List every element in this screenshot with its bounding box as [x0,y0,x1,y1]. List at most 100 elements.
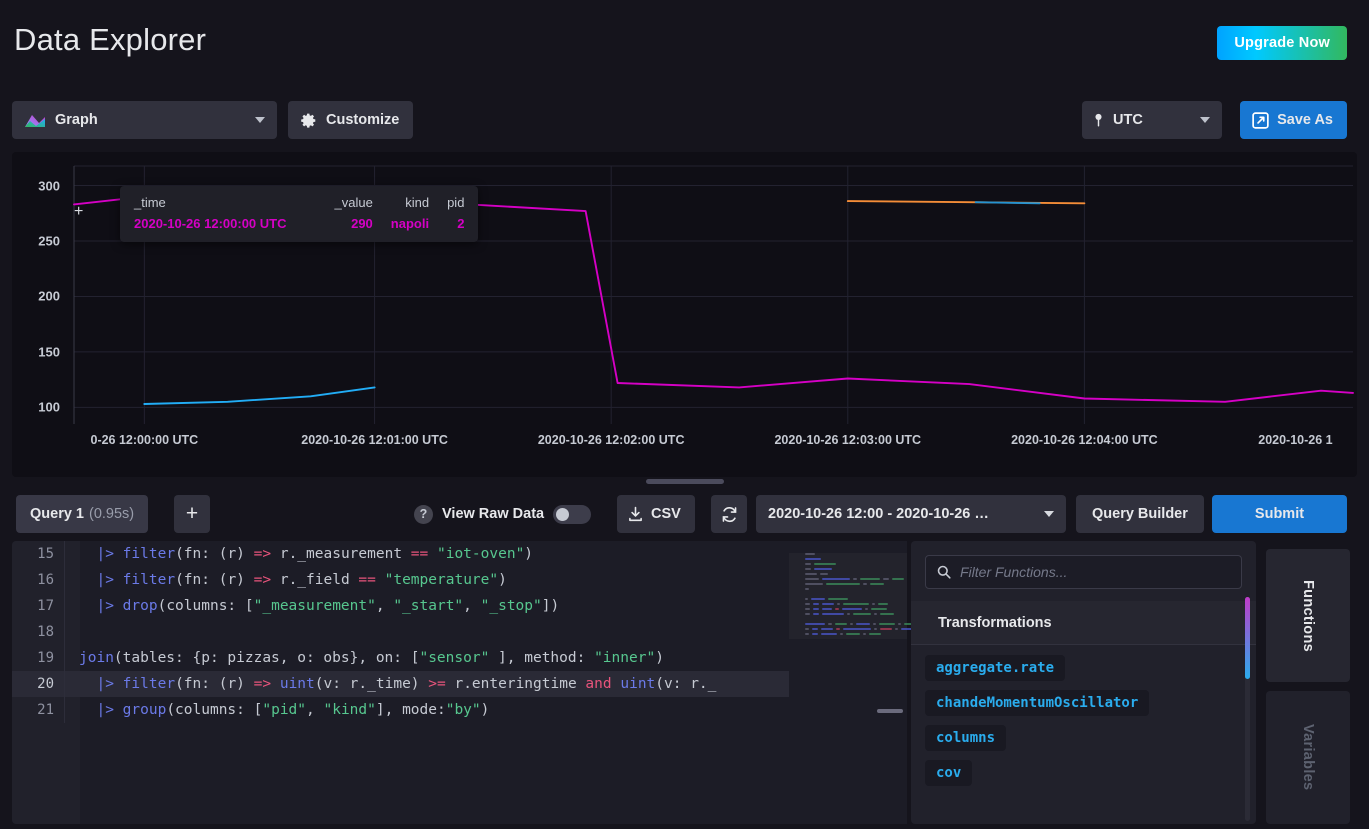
code-token: drop [123,598,158,614]
code-line[interactable]: 18 [12,619,789,645]
filter-functions-input[interactable] [960,564,1230,580]
code-token: ]) [542,598,559,614]
tooltip-col-value: _value [334,195,372,216]
function-name[interactable]: cov [925,760,972,786]
code-line[interactable]: 15 |> filter(fn: (r) => r._measurement =… [12,541,789,567]
functions-scrollbar-thumb[interactable] [1245,597,1250,679]
add-query-button[interactable]: + [174,495,210,533]
csv-download-button[interactable]: CSV [617,495,695,533]
panel-resize-handle[interactable] [646,479,724,484]
minimap-viewport[interactable] [789,553,907,639]
code-minimap[interactable] [789,541,907,824]
function-name[interactable]: chandeMomentumOscillator [925,690,1149,716]
code-token: |> [96,676,122,692]
query-builder-button[interactable]: Query Builder [1076,495,1204,533]
y-axis-tick: 100 [38,400,60,415]
function-list-item[interactable]: aggregate.rate [911,646,1256,681]
code-token: ) [481,702,490,718]
line-source [64,619,789,645]
view-raw-data-toggle[interactable] [553,505,591,524]
tab-variables[interactable]: Variables [1266,691,1350,824]
csv-label: CSV [651,506,681,522]
line-number: 18 [12,624,64,640]
refresh-button[interactable] [711,495,747,533]
y-axis: 100150200250300 [12,152,60,425]
download-icon [628,506,643,522]
code-token: (fn: (r) [175,546,254,562]
tooltip-col-time: _time [134,195,334,216]
query-tab-duration: (0.95s) [89,506,134,522]
x-axis: 0-26 12:00:00 UTC2020-10-26 12:01:00 UTC… [12,433,1357,455]
customize-label: Customize [326,112,399,128]
code-token: filter [123,676,175,692]
visualization-toolbar: Graph Customize UTC Save As [0,101,1369,139]
code-token: |> [96,546,122,562]
tooltip-val-time: 2020-10-26 12:00:00 UTC [134,216,334,231]
time-range-dropdown[interactable]: 2020-10-26 12:00 - 2020-10-26 … [756,495,1066,533]
functions-panel: Transformations aggregate.ratechandeMome… [911,541,1256,824]
tooltip-col-kind: kind [373,195,429,216]
code-token: ], method: [489,650,594,666]
code-line[interactable]: 21 |> group(columns: ["pid", "kind"], mo… [12,697,789,723]
code-token: uint [620,676,655,692]
x-axis-tick: 2020-10-26 12:04:00 UTC [1011,433,1158,447]
code-token: (v: r._time) [315,676,429,692]
code-lines[interactable]: 15 |> filter(fn: (r) => r._measurement =… [12,541,789,824]
code-token: (v: r._ [655,676,716,692]
save-as-button[interactable]: Save As [1240,101,1347,139]
graph-panel[interactable]: 100150200250300 0-26 12:00:00 UTC2020-10… [12,152,1357,477]
y-axis-tick: 300 [38,178,60,193]
code-line[interactable]: 17 |> drop(columns: ["_measurement", "_s… [12,593,789,619]
question-mark-icon[interactable]: ? [414,505,433,524]
functions-list[interactable]: aggregate.rate chandeMomentumOscillator co… [911,646,1256,824]
code-token [79,546,96,562]
timezone-label: UTC [1113,112,1143,128]
code-token: "sensor" [419,650,489,666]
customize-button[interactable]: Customize [288,101,413,139]
code-token [79,702,96,718]
export-icon [1252,112,1269,129]
function-list-item[interactable]: chandeMomentumOscillator [911,681,1256,716]
code-line[interactable]: 16 |> filter(fn: (r) => r._field == "tem… [12,567,789,593]
tab-functions-label: Functions [1300,580,1316,652]
tab-functions[interactable]: Functions [1266,549,1350,682]
query-toolbar: Query 1 (0.95s) + ? View Raw Data CSV 20… [0,491,1369,537]
tooltip-col-pid: pid [429,195,464,216]
code-token: , [463,598,480,614]
editor-scrollbar-thumb[interactable] [877,709,903,713]
y-axis-tick: 250 [38,234,60,249]
query-tab-label: Query 1 [30,506,84,522]
view-raw-data-label: View Raw Data [442,506,544,522]
code-token: => [254,676,271,692]
function-list-item[interactable]: columns [911,716,1256,751]
tooltip-value-row: 2020-10-26 12:00:00 UTC 290 napoli 2 [134,216,464,231]
code-line[interactable]: 19join(tables: {p: pizzas, o: obs}, on: … [12,645,789,671]
code-line[interactable]: 20 |> filter(fn: (r) => uint(v: r._time)… [12,671,789,697]
upgrade-now-button[interactable]: Upgrade Now [1217,26,1347,60]
code-token: filter [123,546,175,562]
graph-type-dropdown[interactable]: Graph [12,101,277,139]
area-graph-icon [24,112,46,128]
function-name[interactable]: aggregate.rate [925,655,1065,681]
x-axis-tick: 2020-10-26 1 [1258,433,1332,447]
line-source: |> group(columns: ["pid", "kind"], mode:… [64,697,789,723]
crosshair-marker: + [74,204,83,220]
code-token: (fn: (r) [175,676,254,692]
filter-functions-search[interactable] [925,555,1242,589]
refresh-icon [721,506,738,523]
code-token: => [254,546,271,562]
code-token: join [79,650,114,666]
submit-button[interactable]: Submit [1212,495,1347,533]
function-name[interactable]: columns [925,725,1006,751]
line-source: join(tables: {p: pizzas, o: obs}, on: ["… [64,645,789,671]
code-token [79,598,96,614]
query-tab-1[interactable]: Query 1 (0.95s) [16,495,148,533]
function-list-item[interactable]: cov [911,751,1256,786]
code-token: r._measurement [271,546,411,562]
flux-code-editor[interactable]: 15 |> filter(fn: (r) => r._measurement =… [12,541,789,824]
code-token: "inner" [594,650,655,666]
code-token: |> [96,702,122,718]
code-token: "_stop" [481,598,542,614]
page-header: Data Explorer Upgrade Now [0,0,1369,88]
timezone-dropdown[interactable]: UTC [1082,101,1222,139]
